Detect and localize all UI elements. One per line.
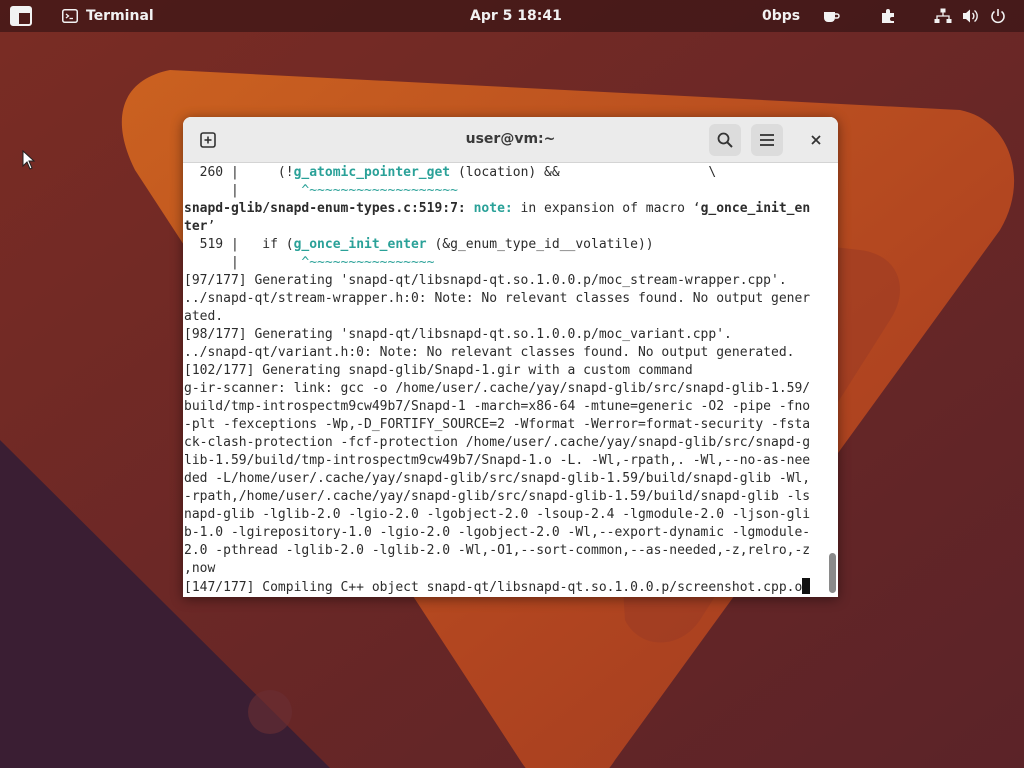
terminal-line: g-ir-scanner: link: gcc -o /home/user/.c… (184, 380, 810, 398)
app-menu-label: Terminal (86, 8, 154, 24)
app-menu[interactable]: Terminal (62, 0, 154, 32)
terminal-line: ded -L/home/user/.cache/yay/snapd-glib/s… (184, 470, 810, 488)
terminal-line: ../snapd-qt/variant.h:0: Note: No releva… (184, 344, 810, 362)
terminal-line: | ^~~~~~~~~~~~~~~~~ (184, 254, 810, 272)
terminal-line: napd-glib -lglib-2.0 -lgio-2.0 -lgobject… (184, 506, 810, 524)
terminal-text: napd-glib -lglib-2.0 -lgio-2.0 -lgobject… (184, 507, 811, 522)
terminal-text: ^~~~~~~~~~~~~~~~~ (301, 255, 435, 270)
terminal-text: 260 | (! (184, 165, 294, 180)
terminal-line: 2.0 -pthread -lglib-2.0 -lglib-2.0 -Wl,-… (184, 542, 810, 560)
activities-icon[interactable] (10, 0, 32, 32)
terminal-text: in expansion of macro ‘ (512, 201, 701, 216)
terminal-text: ../snapd-qt/stream-wrapper.h:0: Note: No… (184, 291, 811, 306)
volume-icon[interactable] (962, 0, 980, 32)
close-button[interactable] (800, 124, 832, 156)
terminal-lines: 260 | (!g_atomic_pointer_get (location) … (184, 164, 811, 596)
terminal-text: (&g_enum_type_id__volatile)) (426, 237, 654, 252)
terminal-text: ded -L/home/user/.cache/yay/snapd-glib/s… (184, 471, 811, 486)
terminal-text: ,now (184, 561, 216, 576)
terminal-line: | ^~~~~~~~~~~~~~~~~~~~ (184, 182, 810, 200)
terminal-line: [147/177] Compiling C++ object snapd-qt/… (184, 578, 811, 596)
terminal-line: ck-clash-protection -fcf-protection /hom… (184, 434, 810, 452)
terminal-line: ../snapd-qt/stream-wrapper.h:0: Note: No… (184, 290, 810, 308)
close-icon (810, 134, 822, 146)
terminal-text: -plt -fexceptions -Wp,-D_FORTIFY_SOURCE=… (184, 417, 811, 432)
terminal-text: g_atomic_pointer_get (293, 165, 451, 180)
top-bar: Terminal Apr 5 18:41 0bps (0, 0, 1024, 32)
network-icon[interactable] (934, 0, 952, 32)
terminal-line: [97/177] Generating 'snapd-qt/libsnapd-q… (184, 272, 810, 290)
terminal-output[interactable]: 260 | (!g_atomic_pointer_get (location) … (183, 163, 827, 597)
terminal-line: snapd-glib/snapd-enum-types.c:519:7: not… (184, 200, 810, 218)
terminal-text: ck-clash-protection -fcf-protection /hom… (184, 435, 811, 450)
terminal-line: build/tmp-introspectm9cw49b7/Snapd-1 -ma… (184, 398, 810, 416)
title-bar[interactable]: user@vm:~ (183, 117, 838, 163)
menu-button[interactable] (751, 124, 783, 156)
terminal-text: lib-1.59/build/tmp-introspectm9cw49b7/Sn… (184, 453, 811, 468)
terminal-text: ter (184, 219, 208, 234)
terminal-line: 519 | if (g_once_init_enter (&g_enum_typ… (184, 236, 810, 254)
terminal-line: -plt -fexceptions -Wp,-D_FORTIFY_SOURCE=… (184, 416, 810, 434)
terminal-line: lib-1.59/build/tmp-introspectm9cw49b7/Sn… (184, 452, 810, 470)
terminal-text: note: (473, 201, 513, 216)
terminal-line: b-1.0 -lgirepository-1.0 -lgio-2.0 -lgob… (184, 524, 810, 542)
terminal-text: [147/177] Compiling C++ object snapd-qt/… (184, 580, 803, 595)
terminal-text: -rpath,/home/user/.cache/yay/snapd-glib/… (184, 489, 811, 504)
coffee-icon[interactable] (822, 0, 840, 32)
terminal-text: g_once_init_enter (293, 237, 427, 252)
terminal-text: b-1.0 -lgirepository-1.0 -lgio-2.0 -lgob… (184, 525, 811, 540)
terminal-text: [98/177] Generating 'snapd-qt/libsnapd-q… (184, 327, 732, 342)
terminal-text: ated. (184, 309, 224, 324)
terminal-text: ^~~~~~~~~~~~~~~~~~~~ (301, 183, 458, 198)
terminal-text: snapd-glib/snapd-enum-types.c:519:7: (184, 201, 474, 216)
terminal-text: | (184, 255, 302, 270)
scrollbar[interactable] (827, 163, 838, 597)
terminal-text: [102/177] Generating snapd-glib/Snapd-1.… (184, 363, 693, 378)
power-icon[interactable] (990, 0, 1006, 32)
mouse-pointer-icon (22, 149, 36, 174)
terminal-text: g-ir-scanner: link: gcc -o /home/user/.c… (184, 381, 811, 396)
extensions-icon[interactable] (880, 0, 896, 32)
hamburger-menu-icon (759, 133, 775, 147)
terminal-line: -rpath,/home/user/.cache/yay/snapd-glib/… (184, 488, 810, 506)
search-button[interactable] (709, 124, 741, 156)
text-cursor (802, 578, 811, 594)
new-tab-button[interactable] (192, 124, 224, 156)
scrollbar-thumb[interactable] (829, 553, 836, 593)
terminal-line: ated. (184, 308, 810, 326)
terminal-line: ter’ (184, 218, 810, 236)
terminal-text: 2.0 -pthread -lglib-2.0 -lglib-2.0 -Wl,-… (184, 543, 811, 558)
terminal-text: ../snapd-qt/variant.h:0: Note: No releva… (184, 345, 795, 360)
net-speed[interactable]: 0bps (762, 0, 800, 32)
terminal-text: [97/177] Generating 'snapd-qt/libsnapd-q… (184, 273, 787, 288)
terminal-line: [98/177] Generating 'snapd-qt/libsnapd-q… (184, 326, 810, 344)
clock[interactable]: Apr 5 18:41 (470, 0, 562, 32)
search-icon (717, 132, 733, 148)
new-tab-icon (200, 132, 216, 148)
terminal-text: ’ (207, 219, 216, 234)
terminal-text: g_once_init_en (700, 201, 811, 216)
terminal-text: | (184, 183, 302, 198)
terminal-line: ,now (184, 560, 810, 578)
terminal-text: 519 | if ( (184, 237, 294, 252)
terminal-window: user@vm:~ 260 | (!g_atomic_pointer_get (… (183, 117, 838, 597)
terminal-app-icon (62, 9, 78, 23)
terminal-text: (location) && \ (450, 165, 717, 180)
terminal-line: [102/177] Generating snapd-glib/Snapd-1.… (184, 362, 810, 380)
terminal-text: build/tmp-introspectm9cw49b7/Snapd-1 -ma… (184, 399, 811, 414)
terminal-line: 260 | (!g_atomic_pointer_get (location) … (184, 164, 810, 182)
